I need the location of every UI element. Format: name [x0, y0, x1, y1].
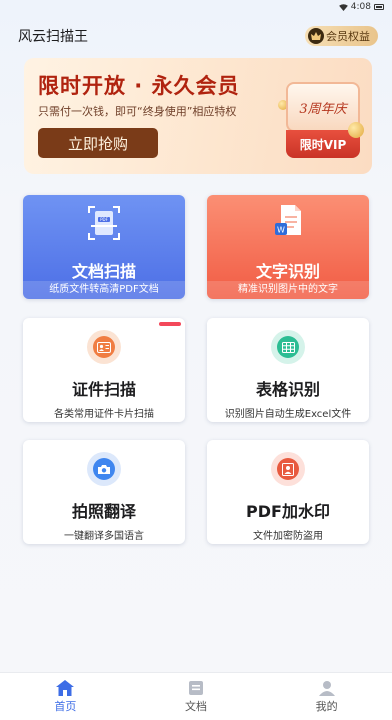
- banner-title: 限时开放 · 永久会员: [38, 74, 240, 98]
- table-icon: [277, 336, 299, 358]
- nav-documents-label: 文档: [185, 699, 207, 713]
- document-icon: [189, 680, 203, 695]
- card-title: 文字识别: [255, 262, 320, 281]
- app-title: 风云扫描王: [18, 29, 88, 45]
- document-scan-icon: PDF: [88, 206, 120, 240]
- table-icon-wrap: [271, 330, 305, 364]
- wifi-icon: [338, 3, 348, 11]
- id-card-icon-wrap: [87, 330, 121, 364]
- user-icon: [318, 680, 335, 696]
- card-subtitle: 各类常用证件卡片扫描: [54, 409, 154, 420]
- coin-icon: [348, 122, 364, 138]
- text-recognition-card[interactable]: W 文字识别 精准识别图片中的文字: [207, 195, 369, 299]
- card-title: 文档扫描: [71, 262, 136, 281]
- card-subtitle: 一键翻译多国语言: [64, 531, 144, 542]
- app-header: 风云扫描王 会员权益: [0, 22, 392, 50]
- card-title: 证件扫描: [71, 380, 136, 399]
- pdf-watermark-card[interactable]: PDF加水印 文件加密防盗用: [207, 440, 369, 544]
- crown-icon: [308, 28, 324, 44]
- card-title: PDF加水印: [246, 502, 330, 521]
- battery-icon: [374, 4, 384, 10]
- table-recognition-card[interactable]: 表格识别 识别图片自动生成Excel文件: [207, 318, 369, 422]
- anniversary-badge: 3周年庆 限时VIP: [278, 82, 364, 162]
- nav-profile-label: 我的: [315, 699, 338, 713]
- card-subtitle: 精准识别图片中的文字: [207, 281, 369, 299]
- status-bar: 4:08: [0, 0, 392, 14]
- id-card-icon: [93, 336, 115, 358]
- banner-subtitle: 只需付一次钱，即可“终身使用”相应特权: [38, 105, 237, 118]
- svg-text:PDF: PDF: [100, 217, 108, 222]
- nav-documents[interactable]: 文档: [131, 673, 262, 720]
- document-scan-card[interactable]: PDF 文档扫描 纸质文件转高清PDF文档: [23, 195, 185, 299]
- vip-benefits-button[interactable]: 会员权益: [305, 26, 378, 46]
- watermark-icon-wrap: [271, 452, 305, 486]
- promo-banner[interactable]: 限时开放 · 永久会员 只需付一次钱，即可“终身使用”相应特权 立即抢购 3周年…: [24, 58, 372, 174]
- new-tag: [159, 322, 181, 326]
- nav-home-label: 首页: [54, 699, 77, 713]
- buy-now-button[interactable]: 立即抢购: [38, 128, 158, 158]
- bottom-nav: 首页 文档 我的: [0, 672, 392, 720]
- camera-icon-wrap: [87, 452, 121, 486]
- card-title: 表格识别: [255, 380, 320, 399]
- text-recognition-icon: W: [275, 205, 301, 235]
- watermark-icon: [277, 458, 299, 480]
- id-scan-card[interactable]: 证件扫描 各类常用证件卡片扫描: [23, 318, 185, 422]
- svg-text:W: W: [277, 226, 285, 235]
- card-title: 拍照翻译: [71, 502, 136, 521]
- status-time: 4:08: [350, 2, 371, 12]
- camera-icon: [93, 458, 115, 480]
- nav-home[interactable]: 首页: [0, 673, 131, 720]
- nav-profile[interactable]: 我的: [261, 673, 392, 720]
- card-subtitle: 识别图片自动生成Excel文件: [224, 409, 352, 420]
- photo-translate-card[interactable]: 拍照翻译 一键翻译多国语言: [23, 440, 185, 544]
- vip-benefits-label: 会员权益: [326, 30, 370, 43]
- home-icon: [56, 679, 75, 696]
- card-subtitle: 纸质文件转高清PDF文档: [23, 281, 185, 299]
- card-subtitle: 文件加密防盗用: [253, 531, 323, 542]
